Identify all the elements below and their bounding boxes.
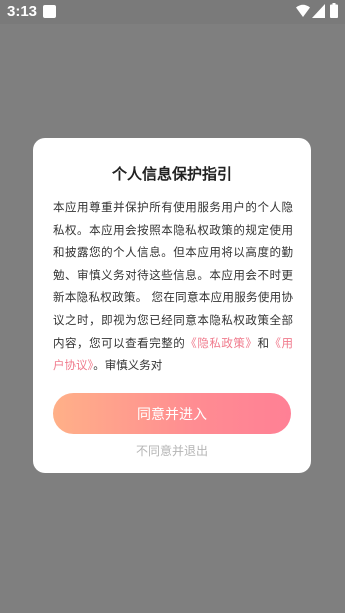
wifi-icon — [296, 4, 310, 17]
status-time: 3:13 — [7, 3, 38, 20]
dialog-title: 个人信息保护指引 — [111, 165, 232, 183]
connector-text: 和 — [257, 335, 270, 350]
dialog-body[interactable]: 本应用尊重并保护所有使用服务用户的个人隐私权。本应用会按照本隐私权政策的规定使用… — [53, 196, 293, 376]
policy-text: 本应用尊重并保护所有使用服务用户的个人隐私权。本应用会按照本隐私权政策的规定使用… — [53, 200, 293, 350]
battery-icon — [330, 3, 338, 18]
status-bar: 3:13 — [0, 0, 345, 24]
disagree-link[interactable]: 不同意并退出 — [33, 443, 311, 459]
notification-icon — [43, 5, 56, 18]
signal-icon — [312, 4, 325, 18]
agree-button[interactable]: 同意并进入 — [53, 393, 291, 434]
privacy-policy-link[interactable]: 《隐私政策》 — [185, 336, 257, 350]
policy-text-tail: 。审慎义务对 — [93, 358, 163, 373]
privacy-dialog: 个人信息保护指引 本应用尊重并保护所有使用服务用户的个人隐私权。本应用会按照本隐… — [33, 138, 311, 473]
